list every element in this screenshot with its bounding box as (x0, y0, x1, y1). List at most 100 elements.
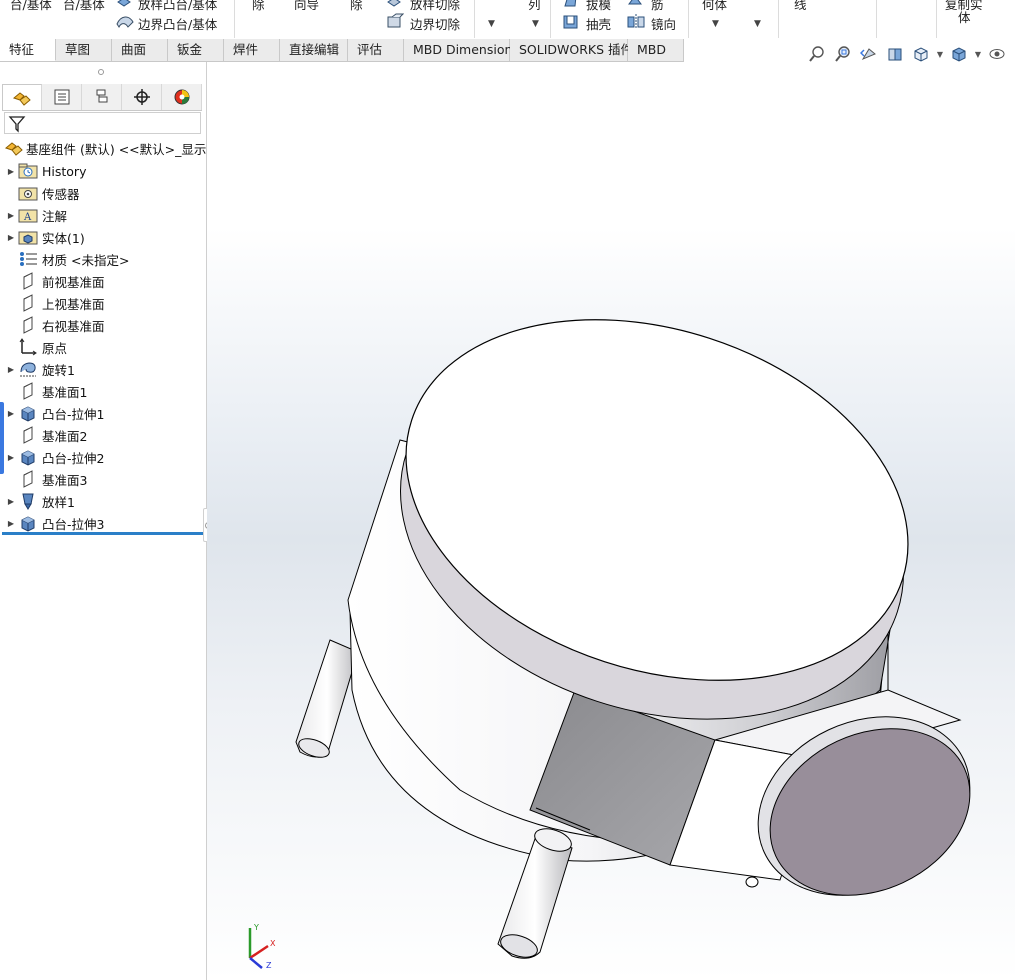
zoom-to-area-icon[interactable] (832, 44, 854, 64)
expand-arrow-icon[interactable]: ▶ (4, 233, 18, 242)
tree-item-label: 旋转1 (42, 362, 75, 378)
command-manager-tabs: 特征 草图 曲面 钣金 焊件 直接编辑 评估 MBD Dimensions SO… (0, 39, 684, 62)
expand-arrow-icon[interactable]: ▶ (4, 211, 18, 220)
extrude-icon (18, 514, 38, 532)
ribbon-fragment[interactable]: 除 (252, 0, 265, 13)
display-style-icon[interactable] (948, 44, 970, 64)
chevron-down-icon[interactable]: ▼ (488, 19, 495, 29)
chevron-down-icon[interactable]: ▼ (754, 19, 761, 29)
tree-item-label: 注解 (42, 208, 68, 224)
loft-boss-icon[interactable] (116, 0, 132, 8)
tab-evaluate[interactable]: 评估 (348, 39, 404, 61)
tree-item-label: 原点 (42, 340, 68, 356)
tab-surfaces[interactable]: 曲面 (112, 39, 168, 61)
mirror-label[interactable]: 镜向 (651, 14, 676, 33)
tab-sheet-metal[interactable]: 钣金 (168, 39, 224, 61)
tree-item[interactable]: 右视基准面 (4, 314, 105, 336)
expand-arrow-icon[interactable]: ▶ (4, 453, 18, 462)
dimxpert-manager-tab-icon[interactable] (122, 84, 162, 110)
tab-weldments[interactable]: 焊件 (224, 39, 280, 61)
tree-item[interactable]: ▶ 旋转1 (4, 358, 75, 380)
shell-label[interactable]: 抽壳 (586, 14, 611, 33)
tree-item[interactable]: 原点 (4, 336, 67, 358)
view-orientation-icon[interactable] (910, 44, 932, 64)
tree-item-annotations[interactable]: ▶ A 注解 (4, 204, 67, 226)
ribbon-fragment[interactable]: 台/基体 (63, 0, 105, 13)
expand-arrow-icon[interactable]: ▶ (4, 167, 18, 176)
ribbon-fragment[interactable]: 除 (350, 0, 363, 13)
tree-item-sensors[interactable]: 传感器 (4, 182, 80, 204)
graphics-area[interactable]: Y X Z (207, 62, 1015, 980)
rib-icon[interactable] (627, 0, 643, 8)
tree-item[interactable]: ▶ 凸台-拉伸3 (4, 512, 104, 534)
feature-tree-filter[interactable] (4, 112, 201, 134)
section-view-icon[interactable] (884, 44, 906, 64)
tree-item[interactable]: ▶ 放样1 (4, 490, 75, 512)
hide-show-items-icon[interactable] (986, 44, 1008, 64)
tree-item[interactable]: 基准面2 (4, 424, 87, 446)
ribbon-fragment[interactable]: 向导 (294, 0, 319, 13)
ribbon-fragment[interactable]: 何体 (702, 0, 727, 13)
boundary-cut-icon[interactable] (386, 13, 405, 29)
chevron-down-icon[interactable]: ▼ (936, 50, 944, 59)
tree-item[interactable]: 基准面1 (4, 380, 87, 402)
tree-item[interactable]: 前视基准面 (4, 270, 105, 292)
tree-item-label: 前视基准面 (42, 274, 105, 290)
property-manager-tab-icon[interactable] (42, 84, 82, 110)
command-manager-ribbon: 台/基体 台/基体 放样凸台/基体 边界凸台/基体 除 向导 除 放样切除 边界… (0, 0, 1015, 41)
svg-text:A: A (23, 212, 32, 223)
loft-boss-label[interactable]: 放样凸台/基体 (138, 0, 217, 13)
tree-item-solid-bodies[interactable]: ▶ 实体(1) (4, 226, 85, 248)
draft-label[interactable]: 拔模 (586, 0, 611, 13)
solid-bodies-folder-icon (18, 228, 38, 246)
shell-icon[interactable] (562, 13, 578, 29)
revolve-icon (18, 360, 38, 378)
boundary-cut-label[interactable]: 边界切除 (410, 14, 460, 33)
tree-item-label: 基准面2 (42, 428, 88, 444)
tab-solidworks-addins[interactable]: SOLIDWORKS 插件 (510, 39, 633, 61)
rollback-bar[interactable] (2, 532, 203, 535)
expand-arrow-icon[interactable]: ▶ (4, 409, 18, 418)
ribbon-fragment[interactable]: 列 (528, 0, 541, 13)
tab-mbd[interactable]: MBD (628, 39, 684, 61)
tree-item-history[interactable]: ▶ History (4, 160, 86, 182)
rib-label[interactable]: 筋 (651, 0, 664, 13)
tab-direct-editing[interactable]: 直接编辑 (280, 39, 348, 61)
display-manager-tab-icon[interactable] (162, 84, 202, 110)
plane-icon (18, 272, 38, 290)
tree-item[interactable]: 上视基准面 (4, 292, 105, 314)
loft-cut-icon[interactable] (386, 0, 402, 8)
ribbon-fragment[interactable]: 线 (794, 0, 807, 13)
expand-arrow-icon[interactable]: ▶ (4, 519, 18, 528)
chevron-down-icon[interactable]: ▼ (712, 19, 719, 29)
tree-item-material[interactable]: 材质 <未指定> (4, 248, 129, 270)
boundary-boss-icon[interactable] (116, 13, 134, 29)
tab-sketch[interactable]: 草图 (56, 39, 112, 61)
boundary-boss-label[interactable]: 边界凸台/基体 (138, 14, 217, 33)
filter-icon[interactable] (8, 115, 26, 136)
part-model-3d[interactable] (207, 62, 1015, 980)
tree-item[interactable]: 基准面3 (4, 468, 87, 490)
tab-mbd-dimensions[interactable]: MBD Dimensions (404, 39, 519, 61)
panel-grip-handle[interactable] (98, 69, 104, 75)
part-icon (4, 139, 24, 157)
draft-icon[interactable] (562, 0, 578, 8)
mirror-icon[interactable] (627, 13, 645, 29)
ribbon-fragment[interactable]: 台/基体 (10, 0, 52, 13)
tab-features[interactable]: 特征 (0, 39, 56, 61)
annotations-folder-icon: A (18, 206, 38, 224)
tree-item[interactable]: ▶ 凸台-拉伸2 (4, 446, 104, 468)
chevron-down-icon[interactable]: ▼ (974, 50, 982, 59)
tree-root-assembly[interactable]: 基座组件 (默认) <<默认>_显示状 (4, 138, 206, 158)
previous-view-icon[interactable] (858, 44, 880, 64)
feature-manager-tab-icon[interactable] (2, 84, 42, 110)
configuration-manager-tab-icon[interactable] (82, 84, 122, 110)
expand-arrow-icon[interactable]: ▶ (4, 497, 18, 506)
loft-cut-label[interactable]: 放样切除 (410, 0, 460, 13)
zoom-to-fit-icon[interactable] (806, 44, 828, 64)
tree-item[interactable]: ▶ 凸台-拉伸1 (4, 402, 104, 424)
expand-arrow-icon[interactable]: ▶ (4, 365, 18, 374)
copy-body-label-2[interactable]: 体 (958, 7, 971, 26)
chevron-down-icon[interactable]: ▼ (532, 19, 539, 29)
tree-item-label: 右视基准面 (42, 318, 105, 334)
